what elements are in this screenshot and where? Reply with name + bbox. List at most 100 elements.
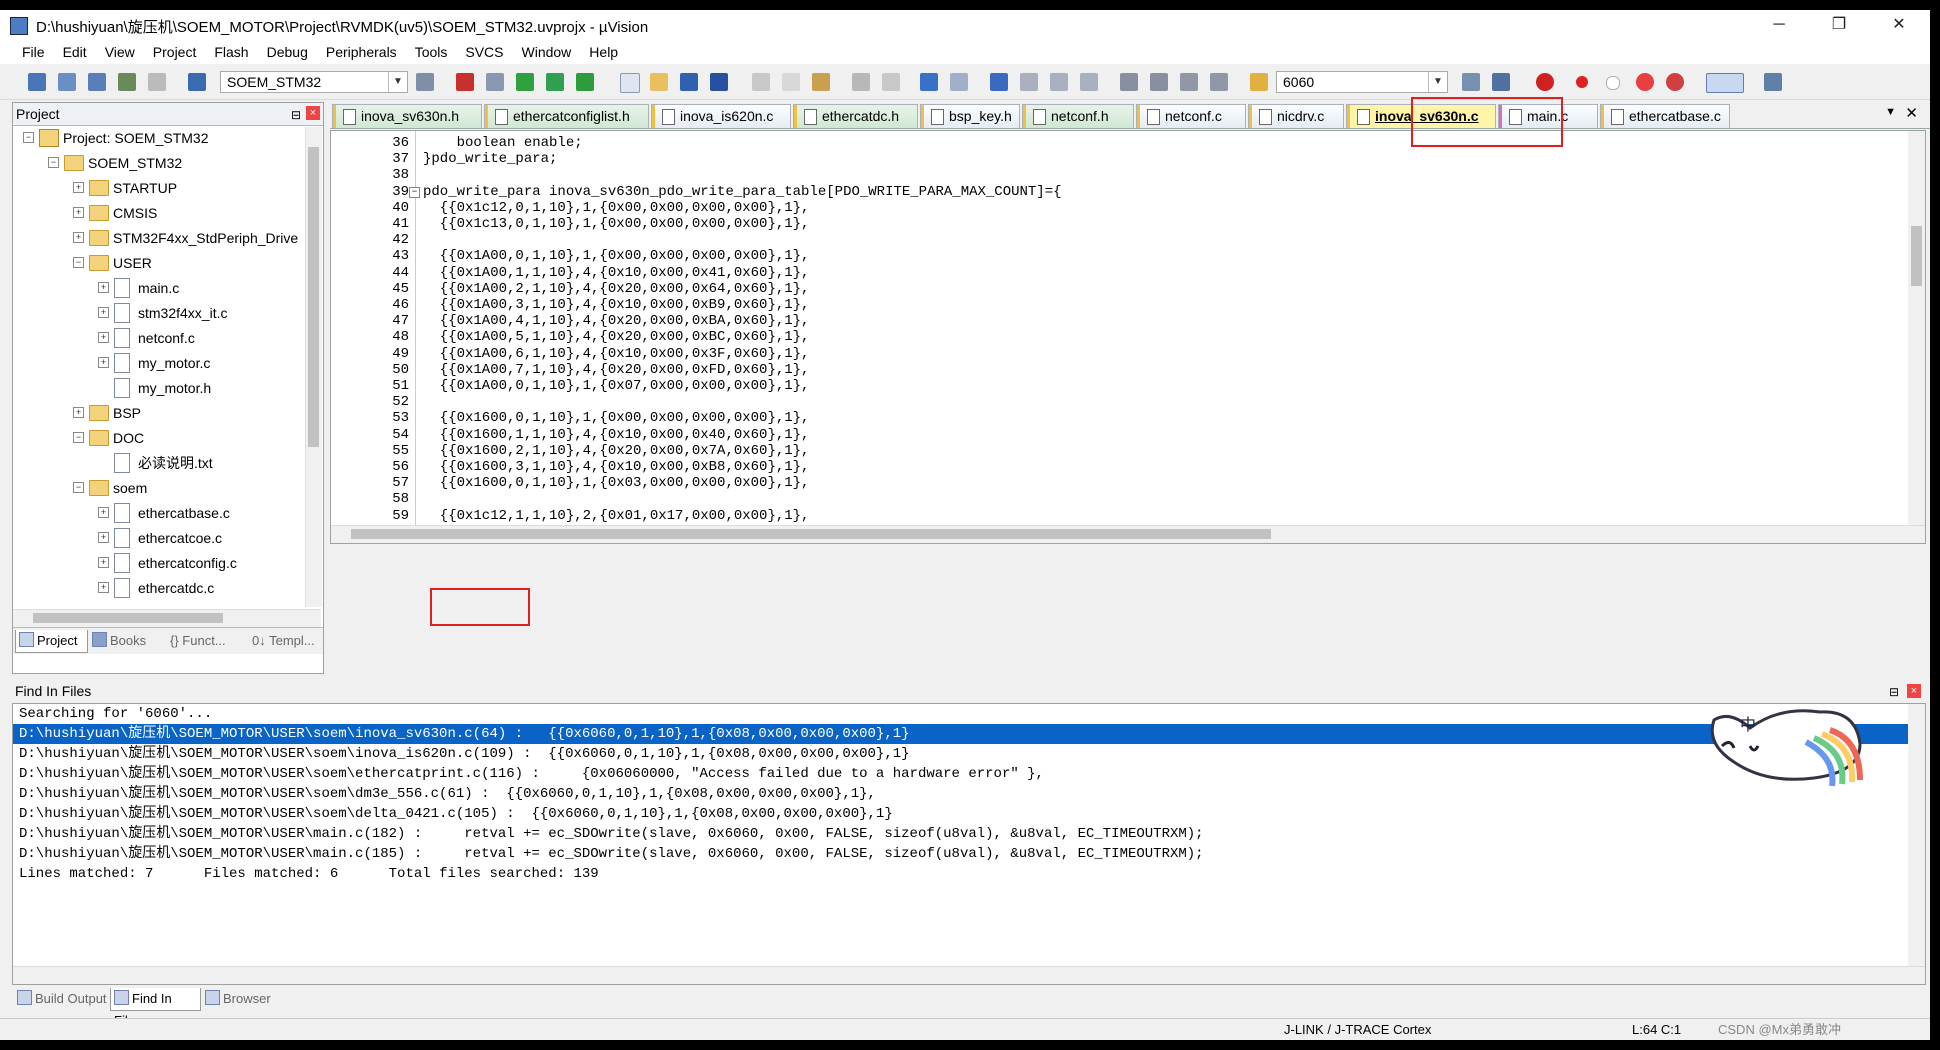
search-result-line[interactable]: D:\hushiyuan\旋压机\SOEM_MOTOR\USER\soem\in… <box>19 744 910 764</box>
menu-svcs[interactable]: SVCS <box>456 40 512 64</box>
disable-all-breakpoints-icon[interactable] <box>1636 73 1654 91</box>
cut-icon[interactable] <box>752 73 770 91</box>
indent-icon[interactable] <box>1120 73 1138 91</box>
menu-window[interactable]: Window <box>513 40 581 64</box>
collapse-icon[interactable]: − <box>23 132 34 143</box>
incremental-find-icon[interactable] <box>1492 73 1510 91</box>
menu-tools[interactable]: Tools <box>406 40 457 64</box>
find-icon[interactable] <box>1462 73 1480 91</box>
file-tab[interactable]: netconf.c <box>1136 104 1246 128</box>
paste-icon[interactable] <box>812 73 830 91</box>
search-result-line[interactable]: D:\hushiyuan\旋压机\SOEM_MOTOR\USER\soem\et… <box>19 764 1044 784</box>
back-icon[interactable] <box>920 73 938 91</box>
next-bookmark-icon[interactable] <box>1050 73 1068 91</box>
tab-project[interactable]: Project <box>15 630 88 653</box>
tree-horizontal-scrollbar[interactable] <box>13 609 321 627</box>
target-select[interactable]: SOEM_STM32 ▼ <box>220 71 408 93</box>
save-icon[interactable] <box>680 73 698 91</box>
debug-session-icon[interactable] <box>1536 73 1554 91</box>
batch-build-icon[interactable] <box>118 73 136 91</box>
file-tab[interactable]: ethercatconfiglist.h <box>484 104 649 128</box>
search-result-line[interactable]: D:\hushiyuan\旋压机\SOEM_MOTOR\USER\main.c(… <box>19 824 1204 844</box>
disable-breakpoint-icon[interactable] <box>1606 76 1620 90</box>
tab-build-output[interactable]: Build Output <box>14 988 109 1010</box>
manage-rte-icon[interactable] <box>576 73 594 91</box>
prev-bookmark-icon[interactable] <box>1020 73 1038 91</box>
search-result-line[interactable]: D:\hushiyuan\旋压机\SOEM_MOTOR\USER\soem\in… <box>13 724 1909 744</box>
menu-view[interactable]: View <box>96 40 144 64</box>
expand-icon[interactable]: + <box>98 282 109 293</box>
minimize-button[interactable]: ─ <box>1750 10 1808 40</box>
close-tab-icon[interactable]: ✕ <box>1905 104 1918 122</box>
find-in-files-icon[interactable] <box>1250 73 1268 91</box>
tab-find-in-files[interactable]: Find In Files <box>110 988 201 1028</box>
pin-icon[interactable]: ⊟ <box>1889 681 1899 703</box>
file-tab[interactable]: netconf.h <box>1022 104 1134 128</box>
rebuild-icon[interactable] <box>88 73 106 91</box>
fold-icon[interactable]: − <box>409 186 420 198</box>
tab-books[interactable]: Books <box>89 630 164 652</box>
tab-functions[interactable]: {} Funct... <box>167 630 246 652</box>
build-icon[interactable] <box>58 73 76 91</box>
find-horizontal-scrollbar[interactable] <box>13 966 1925 984</box>
expand-icon[interactable]: + <box>98 332 109 343</box>
collapse-icon[interactable]: − <box>73 482 84 493</box>
undo-icon[interactable] <box>852 73 870 91</box>
find-vertical-scrollbar[interactable] <box>1908 704 1925 966</box>
configure-icon[interactable] <box>1764 73 1782 91</box>
breakpoint-icon[interactable] <box>1576 76 1588 88</box>
tab-templates[interactable]: 0↓ Templ... <box>249 630 324 652</box>
manage-components-icon[interactable] <box>456 73 474 91</box>
expand-icon[interactable]: + <box>73 407 84 418</box>
expand-icon[interactable]: + <box>98 557 109 568</box>
menu-flash[interactable]: Flash <box>205 40 257 64</box>
stop-build-icon[interactable] <box>148 73 166 91</box>
editor-horizontal-scrollbar[interactable] <box>331 525 1925 543</box>
pack-installer-icon[interactable] <box>516 73 534 91</box>
expand-icon[interactable]: + <box>98 532 109 543</box>
save-all-icon[interactable] <box>710 73 728 91</box>
options-icon[interactable] <box>416 73 434 91</box>
file-tab[interactable]: inova_sv630n.h <box>332 104 482 128</box>
open-file-icon[interactable] <box>650 73 668 91</box>
menu-peripherals[interactable]: Peripherals <box>317 40 406 64</box>
translate-icon[interactable] <box>28 73 46 91</box>
tab-list-icon[interactable]: ▼ <box>1885 106 1896 118</box>
unindent-icon[interactable] <box>1150 73 1168 91</box>
load-icon[interactable] <box>188 73 206 91</box>
expand-icon[interactable]: + <box>98 582 109 593</box>
expand-icon[interactable]: + <box>73 182 84 193</box>
kill-all-breakpoints-icon[interactable] <box>1666 73 1684 91</box>
maximize-button[interactable]: ❐ <box>1810 10 1868 40</box>
expand-icon[interactable]: + <box>73 232 84 243</box>
menu-edit[interactable]: Edit <box>54 40 96 64</box>
find-in-files-output[interactable]: Searching for '6060'... D:\hushiyuan\旋压机\… <box>12 703 1926 985</box>
new-file-icon[interactable] <box>620 73 640 93</box>
bookmark-icon[interactable] <box>990 73 1008 91</box>
expand-icon[interactable]: + <box>98 357 109 368</box>
file-tab[interactable]: nicdrv.c <box>1248 104 1344 128</box>
expand-icon[interactable]: + <box>98 507 109 518</box>
file-extensions-icon[interactable] <box>486 73 504 91</box>
collapse-icon[interactable]: − <box>73 257 84 268</box>
file-tab[interactable]: ethercatbase.c <box>1600 104 1730 128</box>
window-layout-icon[interactable] <box>1706 73 1744 93</box>
code-editor[interactable]: 36 37 38 39 40 41 42 43 44 45 46 47 48 49 50 51 52 53 54 55… <box>330 130 1926 544</box>
close-icon[interactable]: × <box>306 106 320 120</box>
file-tab[interactable]: inova_is620n.c <box>651 104 791 128</box>
menu-file[interactable]: File <box>0 40 54 64</box>
select-packs-icon[interactable] <box>546 73 564 91</box>
search-result-line[interactable]: D:\hushiyuan\旋压机\SOEM_MOTOR\USER\soem\de… <box>19 804 893 824</box>
menu-project[interactable]: Project <box>144 40 206 64</box>
search-result-line[interactable]: D:\hushiyuan\旋压机\SOEM_MOTOR\USER\main.c(… <box>19 844 1204 864</box>
comment-icon[interactable] <box>1180 73 1198 91</box>
file-tab[interactable]: bsp_key.h <box>920 104 1020 128</box>
menu-debug[interactable]: Debug <box>258 40 317 64</box>
tab-browser[interactable]: Browser <box>202 988 277 1010</box>
tree-vertical-scrollbar[interactable] <box>305 127 322 607</box>
editor-vertical-scrollbar[interactable] <box>1908 131 1925 525</box>
redo-icon[interactable] <box>882 73 900 91</box>
close-icon[interactable]: × <box>1907 684 1921 698</box>
expand-icon[interactable]: + <box>98 307 109 318</box>
collapse-icon[interactable]: − <box>48 157 59 168</box>
